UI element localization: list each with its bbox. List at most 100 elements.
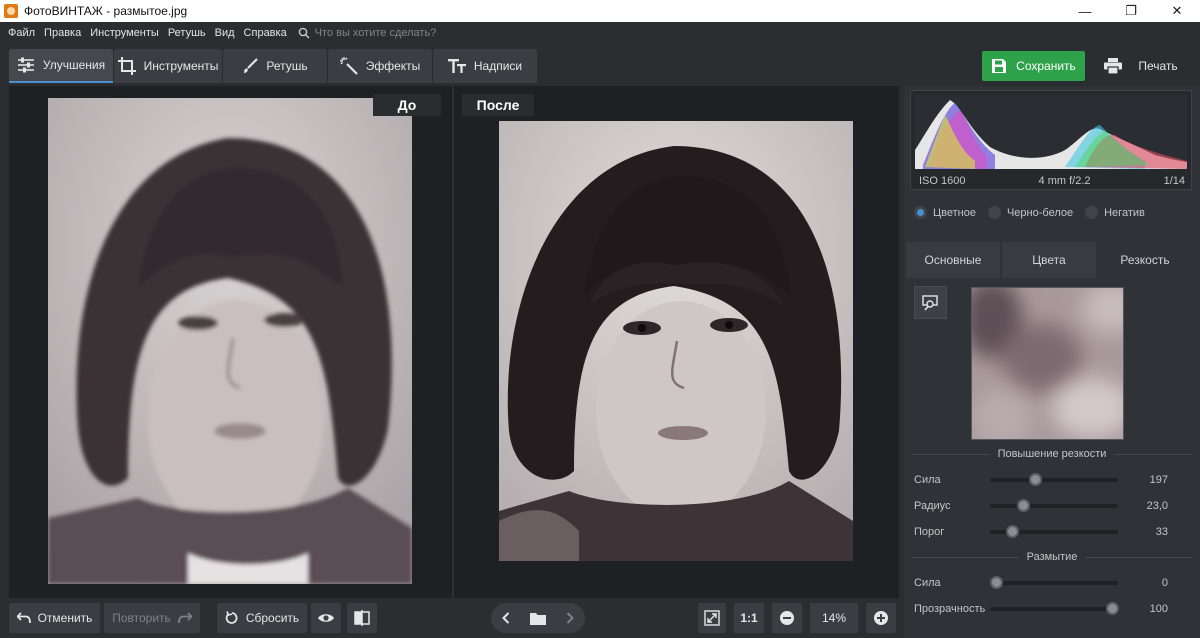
histogram-shutter: 1/14 [1163, 175, 1185, 187]
zoom-level[interactable]: 14% [810, 603, 858, 633]
search-icon [298, 27, 310, 39]
settings-panel: ISO 1600 4 mm f/2.2 1/14 Цветное Черно-б… [904, 86, 1200, 638]
radio-icon [1085, 206, 1099, 219]
histogram-iso: ISO 1600 [919, 175, 966, 187]
sharpen-slider-row: Порог 33 [914, 523, 1190, 541]
histogram-chart [915, 95, 1187, 169]
window-title: ФотоВИНТАЖ - размытое.jpg [24, 4, 188, 18]
tab-enhance[interactable]: Улучшения [9, 49, 113, 83]
color-mode-negative[interactable]: Негатив [1085, 206, 1145, 219]
actual-size-button[interactable]: 1:1 [734, 603, 764, 633]
after-photo [499, 121, 853, 561]
search-placeholder: Что вы хотите сделать? [314, 27, 437, 39]
slider-handle[interactable] [1005, 525, 1019, 538]
open-folder-button[interactable] [521, 603, 555, 633]
maximize-button[interactable]: ❐ [1108, 0, 1154, 22]
zoom-in-button[interactable] [866, 603, 896, 633]
sharpen-section-title: Повышение резкости [904, 447, 1200, 461]
save-button[interactable]: Сохранить [982, 51, 1085, 81]
zoom-out-button[interactable] [772, 603, 802, 633]
menu-help[interactable]: Справка [244, 27, 287, 39]
tab-captions-label: Надписи [473, 59, 523, 73]
previous-image-button[interactable] [491, 603, 521, 633]
next-image-button[interactable] [555, 603, 585, 633]
subtab-basic[interactable]: Основные [906, 242, 1000, 278]
blur-slider-row: Прозрачность 100 [914, 600, 1190, 618]
slider-track[interactable] [990, 473, 1118, 486]
color-mode-bw-label: Черно-белое [1006, 206, 1074, 219]
crop-icon [117, 57, 136, 75]
folder-icon [530, 612, 546, 625]
chevron-left-icon [502, 612, 510, 624]
tab-captions[interactable]: Надписи [433, 49, 537, 83]
color-mode-color[interactable]: Цветное [914, 206, 976, 219]
main-toolbar: Улучшения Инструменты Ретушь Эффекты Над… [0, 44, 1200, 86]
fit-screen-button[interactable] [698, 603, 726, 633]
slider-value: 0 [1161, 577, 1168, 589]
save-label: Сохранить [1016, 59, 1076, 73]
slider-handle[interactable] [1105, 602, 1119, 615]
undo-button[interactable]: Отменить [9, 603, 100, 633]
preview-area-button[interactable] [914, 286, 947, 319]
sharpen-title: Повышение резкости [997, 448, 1107, 460]
brush-icon [242, 58, 259, 74]
blur-slider-row: Сила 0 [914, 574, 1190, 592]
slider-value: 33 [1155, 526, 1168, 538]
reset-button[interactable]: Сбросить [217, 603, 307, 633]
tab-retouch[interactable]: Ретушь [223, 49, 327, 83]
split-divider[interactable] [452, 86, 454, 598]
before-photo [48, 98, 412, 584]
menu-retouch[interactable]: Ретушь [168, 27, 206, 39]
tab-tools[interactable]: Инструменты [114, 49, 222, 83]
redo-label: Повторить [112, 611, 171, 625]
zoom-out-icon [780, 611, 794, 625]
chevron-right-icon [566, 612, 574, 624]
tab-effects[interactable]: Эффекты [328, 49, 432, 83]
preview-toggle-button[interactable] [311, 603, 341, 633]
compare-icon [354, 610, 370, 626]
slider-handle[interactable] [990, 576, 1004, 589]
command-search[interactable]: Что вы хотите сделать? [298, 27, 437, 39]
print-button[interactable]: Печать [1089, 51, 1193, 81]
subtab-colors[interactable]: Цвета [1002, 242, 1096, 278]
slider-track[interactable] [990, 602, 1119, 615]
color-mode-bw[interactable]: Черно-белое [987, 206, 1074, 219]
histogram-lens: 4 mm f/2.2 [1038, 175, 1091, 187]
settings-subtabs: Основные Цвета Резкость [904, 240, 1200, 278]
compare-mode-button[interactable] [347, 603, 377, 633]
radio-selected-icon [914, 206, 927, 219]
redo-button[interactable]: Повторить [104, 603, 200, 633]
slider-handle[interactable] [1017, 499, 1031, 512]
slider-track[interactable] [990, 525, 1118, 538]
blur-section-title: Размытие [904, 550, 1200, 564]
radio-icon [987, 206, 1001, 219]
slider-track[interactable] [990, 576, 1118, 589]
slider-value: 100 [1149, 603, 1168, 615]
sliders-icon [17, 57, 35, 73]
magnifier-icon [921, 294, 938, 311]
after-label: После [462, 94, 534, 116]
fit-screen-icon [704, 610, 720, 626]
close-button[interactable]: ✕ [1154, 0, 1200, 22]
print-label: Печать [1138, 59, 1178, 73]
text-icon [447, 59, 466, 73]
undo-icon [16, 612, 31, 624]
menu-edit[interactable]: Правка [44, 27, 81, 39]
slider-label: Порог [914, 526, 945, 538]
menu-bar: Файл Правка Инструменты Ретушь Вид Справ… [0, 22, 1200, 44]
title-bar: ФотоВИНТАЖ - размытое.jpg — ❐ ✕ [0, 0, 1200, 22]
menu-tools[interactable]: Инструменты [90, 27, 159, 39]
eye-icon [318, 614, 334, 622]
minimize-button[interactable]: — [1062, 0, 1108, 22]
slider-value: 197 [1149, 474, 1168, 486]
save-icon [992, 59, 1007, 73]
subtab-sharpness[interactable]: Резкость [1098, 242, 1192, 278]
menu-view[interactable]: Вид [215, 27, 235, 39]
slider-label: Радиус [914, 500, 951, 512]
slider-label: Сила [914, 577, 941, 589]
slider-track[interactable] [990, 499, 1118, 512]
slider-handle[interactable] [1028, 473, 1042, 486]
magic-wand-icon [339, 57, 358, 75]
menu-file[interactable]: Файл [8, 27, 35, 39]
bottom-bar: Отменить Повторить Сбросить 1:1 14% [0, 598, 900, 638]
